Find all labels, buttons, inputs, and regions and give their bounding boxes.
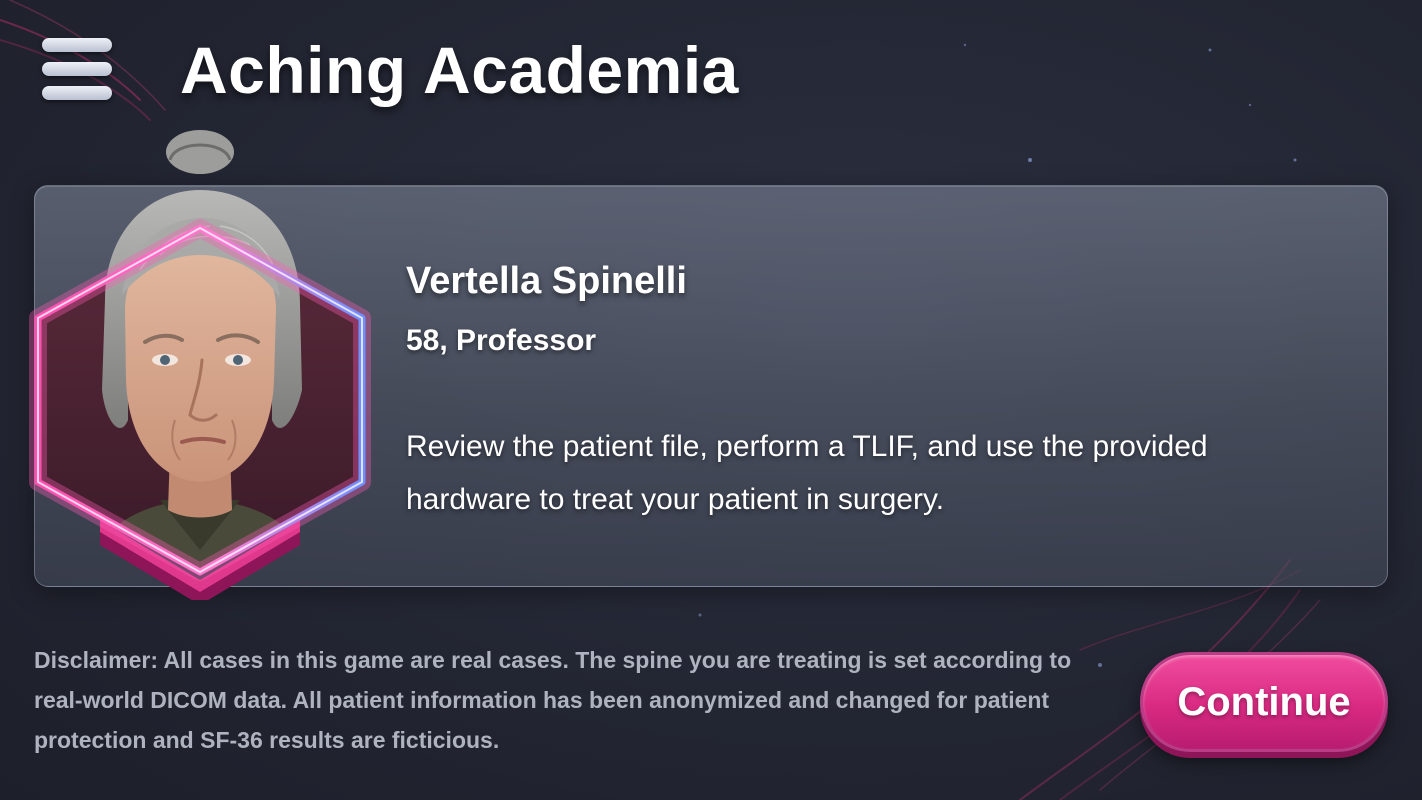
- menu-bar-top: [42, 38, 112, 52]
- patient-age-occupation: 58, Professor: [406, 324, 597, 357]
- continue-button[interactable]: Continue: [1140, 652, 1388, 752]
- game-title: Aching Academia: [180, 33, 739, 107]
- mission-instructions: Review the patient file, perform a TLIF,…: [406, 430, 1208, 516]
- patient-portrait: [29, 130, 371, 600]
- menu-bar-middle: [42, 62, 112, 76]
- menu-button[interactable]: [40, 36, 114, 102]
- menu-bar-bottom: [42, 86, 112, 100]
- patient-name: Vertella Spinelli: [406, 260, 687, 302]
- continue-button-label: Continue: [1177, 679, 1351, 724]
- disclaimer-text: Disclaimer: All cases in this game are r…: [34, 647, 1072, 753]
